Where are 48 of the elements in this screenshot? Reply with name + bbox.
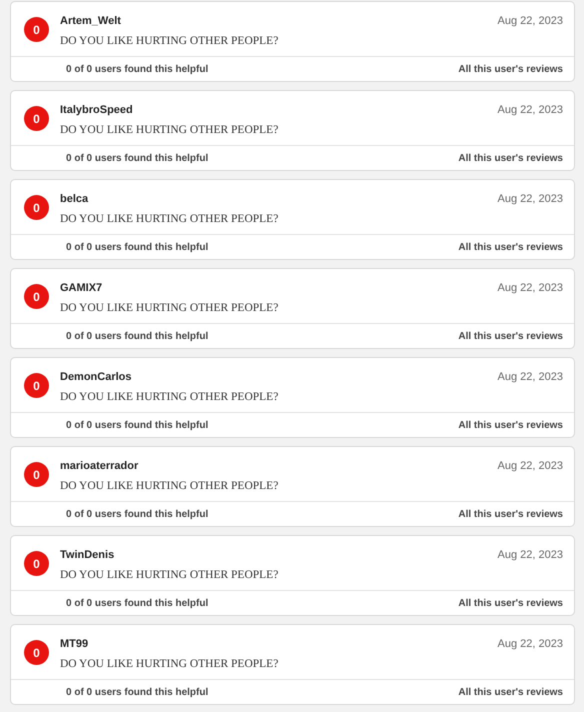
review-text: DO YOU LIKE HURTING OTHER PEOPLE? xyxy=(60,568,280,582)
user-reviews-link[interactable]: All this user's reviews xyxy=(458,684,563,700)
review-date: Aug 22, 2023 xyxy=(498,192,563,207)
review-date: Aug 22, 2023 xyxy=(498,548,563,563)
score-badge: 0 xyxy=(24,551,49,576)
helpful-count: 0 of 0 users found this helpful xyxy=(66,330,208,344)
review-date: Aug 22, 2023 xyxy=(498,370,563,385)
helpful-count: 0 of 0 users found this helpful xyxy=(66,418,208,432)
username[interactable]: marioaterrador xyxy=(60,458,138,474)
username[interactable]: belca xyxy=(60,190,88,208)
score-badge: 0 xyxy=(24,195,49,220)
review-text: DO YOU LIKE HURTING OTHER PEOPLE? xyxy=(60,123,280,137)
review-text: DO YOU LIKE HURTING OTHER PEOPLE? xyxy=(60,479,280,493)
review-date: Aug 22, 2023 xyxy=(498,102,563,118)
user-reviews-link[interactable]: All this user's reviews xyxy=(458,596,563,610)
review-date: Aug 22, 2023 xyxy=(498,280,563,296)
review-text: DO YOU LIKE HURTING OTHER PEOPLE? xyxy=(60,212,280,226)
username[interactable]: Artem_Welt xyxy=(60,12,121,30)
review-text: DO YOU LIKE HURTING OTHER PEOPLE? xyxy=(60,34,280,48)
review-date: Aug 22, 2023 xyxy=(498,636,563,652)
username[interactable]: ItalybroSpeed xyxy=(60,102,133,118)
user-reviews-link[interactable]: All this user's reviews xyxy=(458,506,563,522)
score-badge: 0 xyxy=(24,373,49,398)
score-badge: 0 xyxy=(24,17,49,42)
review-date: Aug 22, 2023 xyxy=(498,458,563,474)
username[interactable]: MT99 xyxy=(60,636,88,652)
review-text: DO YOU LIKE HURTING OTHER PEOPLE? xyxy=(60,390,280,404)
user-reviews-link[interactable]: All this user's reviews xyxy=(458,328,563,344)
review-date: Aug 22, 2023 xyxy=(498,14,563,29)
review-text: DO YOU LIKE HURTING OTHER PEOPLE? xyxy=(60,301,280,315)
user-reviews-link[interactable]: All this user's reviews xyxy=(458,418,563,432)
helpful-count: 0 of 0 users found this helpful xyxy=(66,686,208,700)
user-reviews-link[interactable]: All this user's reviews xyxy=(458,240,563,254)
user-reviews-link[interactable]: All this user's reviews xyxy=(458,62,563,76)
helpful-count: 0 of 0 users found this helpful xyxy=(66,596,208,610)
username[interactable]: DemonCarlos xyxy=(60,368,132,386)
score-badge: 0 xyxy=(24,284,49,309)
username[interactable]: TwinDenis xyxy=(60,546,114,564)
username[interactable]: GAMIX7 xyxy=(60,280,102,296)
score-badge: 0 xyxy=(24,462,49,487)
score-badge: 0 xyxy=(24,640,49,665)
helpful-count: 0 of 0 users found this helpful xyxy=(66,240,208,254)
user-reviews-link[interactable]: All this user's reviews xyxy=(458,150,563,166)
review-text: DO YOU LIKE HURTING OTHER PEOPLE? xyxy=(60,657,280,671)
helpful-count: 0 of 0 users found this helpful xyxy=(66,152,208,166)
score-badge: 0 xyxy=(24,106,49,131)
helpful-count: 0 of 0 users found this helpful xyxy=(66,508,208,522)
helpful-count: 0 of 0 users found this helpful xyxy=(66,62,208,76)
